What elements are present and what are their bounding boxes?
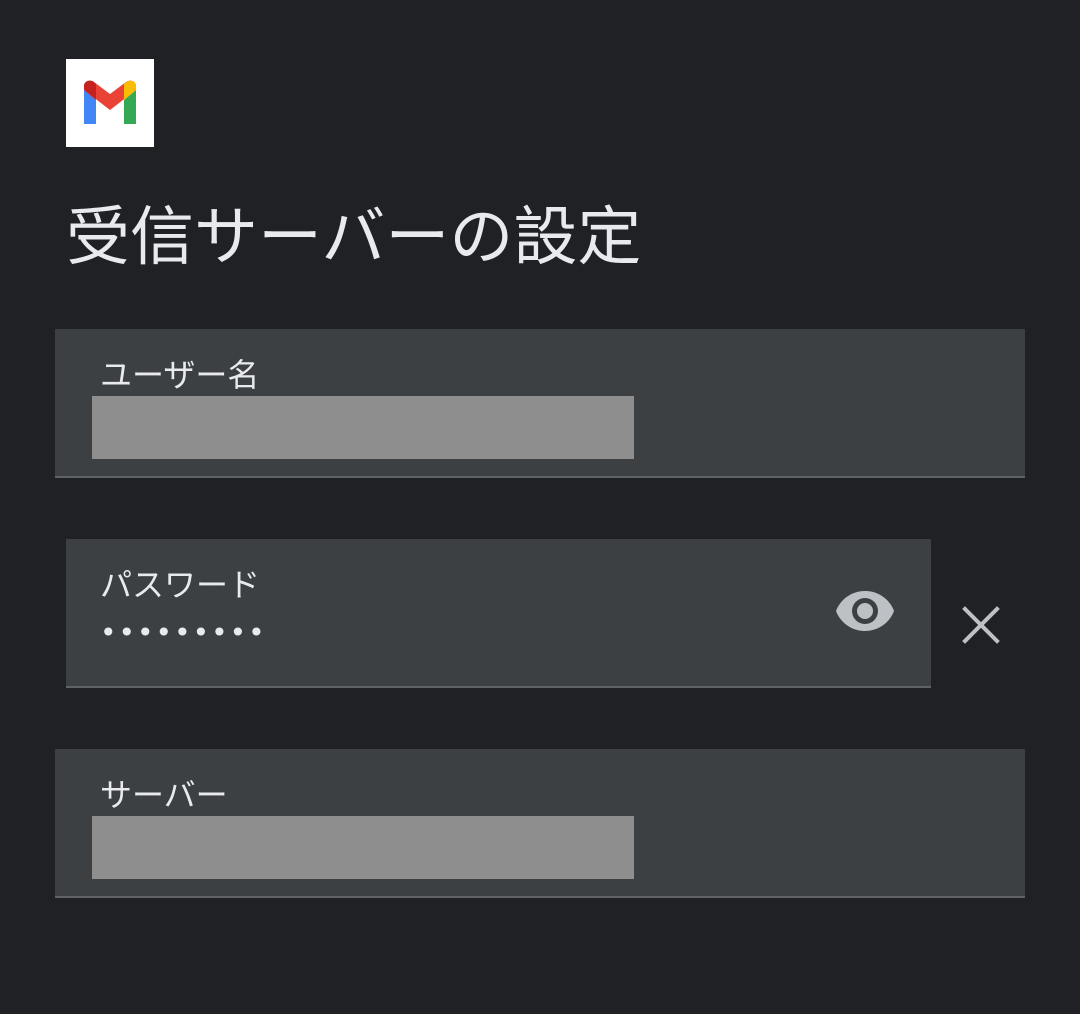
username-label: ユーザー名: [100, 356, 260, 394]
server-redacted-value: [92, 816, 634, 879]
server-label: サーバー: [100, 776, 228, 814]
username-redacted-value: [92, 396, 634, 459]
clear-password-button[interactable]: [950, 594, 1012, 656]
gmail-logo-icon: [84, 80, 136, 124]
password-field[interactable]: パスワード •••••••••: [66, 539, 931, 688]
password-label: パスワード: [100, 566, 261, 604]
username-field[interactable]: ユーザー名: [55, 329, 1025, 478]
app-logo: [66, 59, 154, 147]
toggle-password-visibility-button[interactable]: [829, 581, 901, 641]
eye-icon: [836, 591, 894, 631]
server-field[interactable]: サーバー: [55, 749, 1025, 898]
close-icon: [962, 606, 1000, 644]
page-title: 受信サーバーの設定: [66, 201, 642, 275]
password-value: •••••••••: [100, 616, 267, 649]
